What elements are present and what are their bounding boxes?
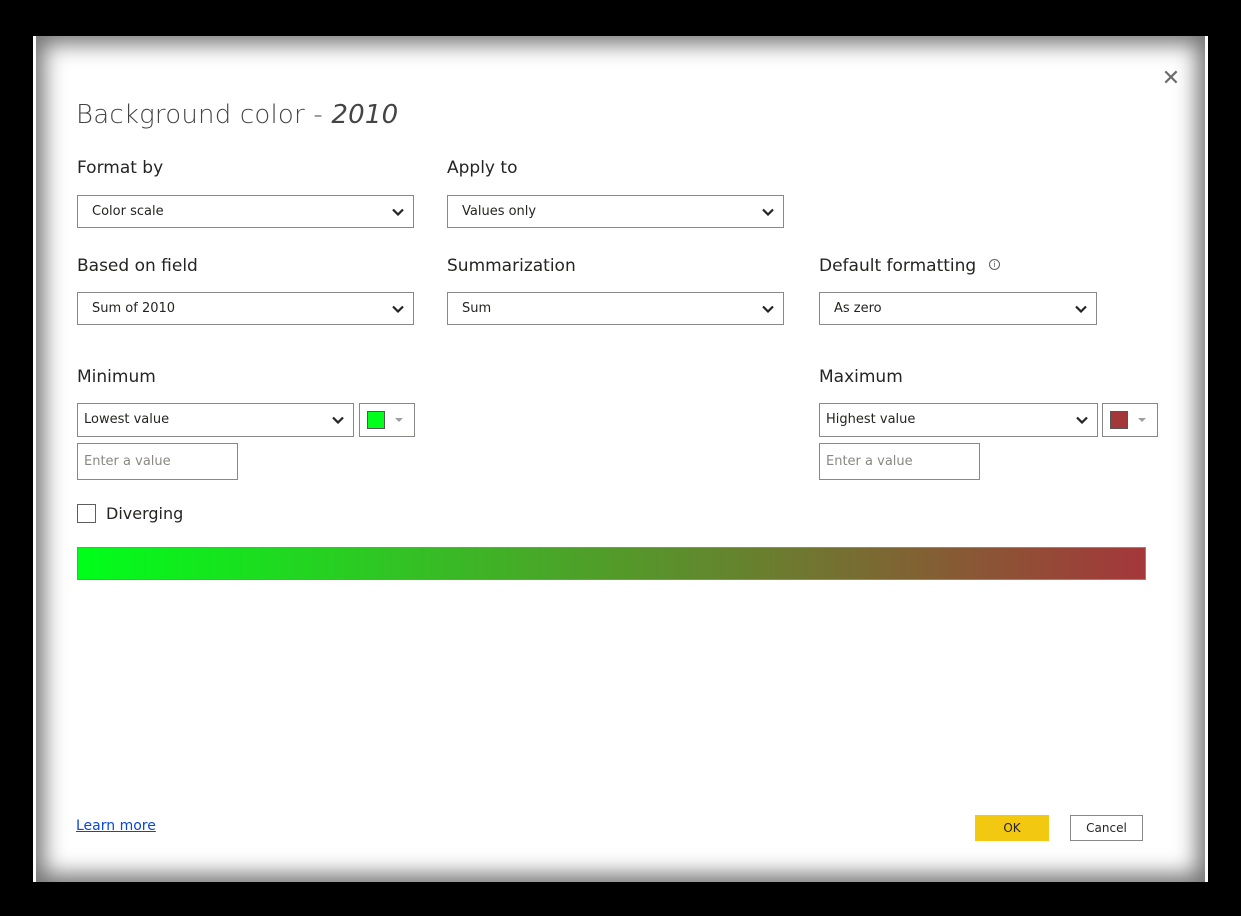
minimum-value-input[interactable] (77, 443, 238, 480)
caret-down-icon (1138, 418, 1146, 422)
apply-to-label: Apply to (447, 158, 518, 178)
default-formatting-select[interactable]: As zero (819, 292, 1097, 325)
format-by-select[interactable]: Color scale (77, 195, 414, 228)
format-by-label: Format by (77, 158, 164, 178)
default-formatting-label: Default formatting (819, 256, 977, 276)
format-by-value: Color scale (92, 204, 164, 219)
maximum-type-value: Highest value (826, 412, 916, 427)
close-icon[interactable]: ✕ (1160, 68, 1182, 90)
dialog-title-main: Background color - (76, 100, 332, 130)
caret-down-icon (395, 418, 403, 422)
diverging-label: Diverging (106, 504, 184, 523)
minimum-color-picker[interactable] (359, 403, 415, 437)
chevron-down-icon (391, 293, 405, 324)
apply-to-select[interactable]: Values only (447, 195, 784, 228)
chevron-down-icon (391, 196, 405, 227)
summarization-label: Summarization (447, 256, 576, 276)
chevron-down-icon (331, 404, 345, 436)
default-formatting-value: As zero (834, 301, 882, 316)
chevron-down-icon (761, 293, 775, 324)
minimum-label: Minimum (77, 367, 156, 387)
cancel-button[interactable]: Cancel (1070, 815, 1143, 841)
based-on-field-select[interactable]: Sum of 2010 (77, 292, 414, 325)
maximum-value-input[interactable] (819, 443, 980, 480)
chevron-down-icon (761, 196, 775, 227)
chevron-down-icon (1074, 293, 1088, 324)
ok-button[interactable]: OK (975, 815, 1049, 841)
maximum-color-picker[interactable] (1102, 403, 1158, 437)
maximum-type-select[interactable]: Highest value (819, 403, 1098, 437)
based-on-field-label: Based on field (77, 256, 198, 276)
maximum-color-swatch (1110, 411, 1128, 429)
diverging-checkbox[interactable] (77, 504, 96, 523)
info-icon[interactable]: i (989, 259, 1000, 270)
background-color-dialog: ✕ Background color - 2010 Format by Colo… (0, 0, 1241, 916)
minimum-type-select[interactable]: Lowest value (77, 403, 354, 437)
summarization-select[interactable]: Sum (447, 292, 784, 325)
learn-more-link[interactable]: Learn more (76, 818, 156, 834)
minimum-type-value: Lowest value (84, 412, 170, 427)
minimum-color-swatch (367, 411, 385, 429)
chevron-down-icon (1075, 404, 1089, 436)
dialog-title-field: 2010 (331, 100, 399, 130)
based-on-field-value: Sum of 2010 (92, 301, 176, 316)
summarization-value: Sum (462, 301, 492, 316)
dialog-title: Background color - 2010 (76, 100, 398, 130)
apply-to-value: Values only (462, 204, 537, 219)
color-scale-preview (77, 547, 1146, 580)
maximum-label: Maximum (819, 367, 903, 387)
